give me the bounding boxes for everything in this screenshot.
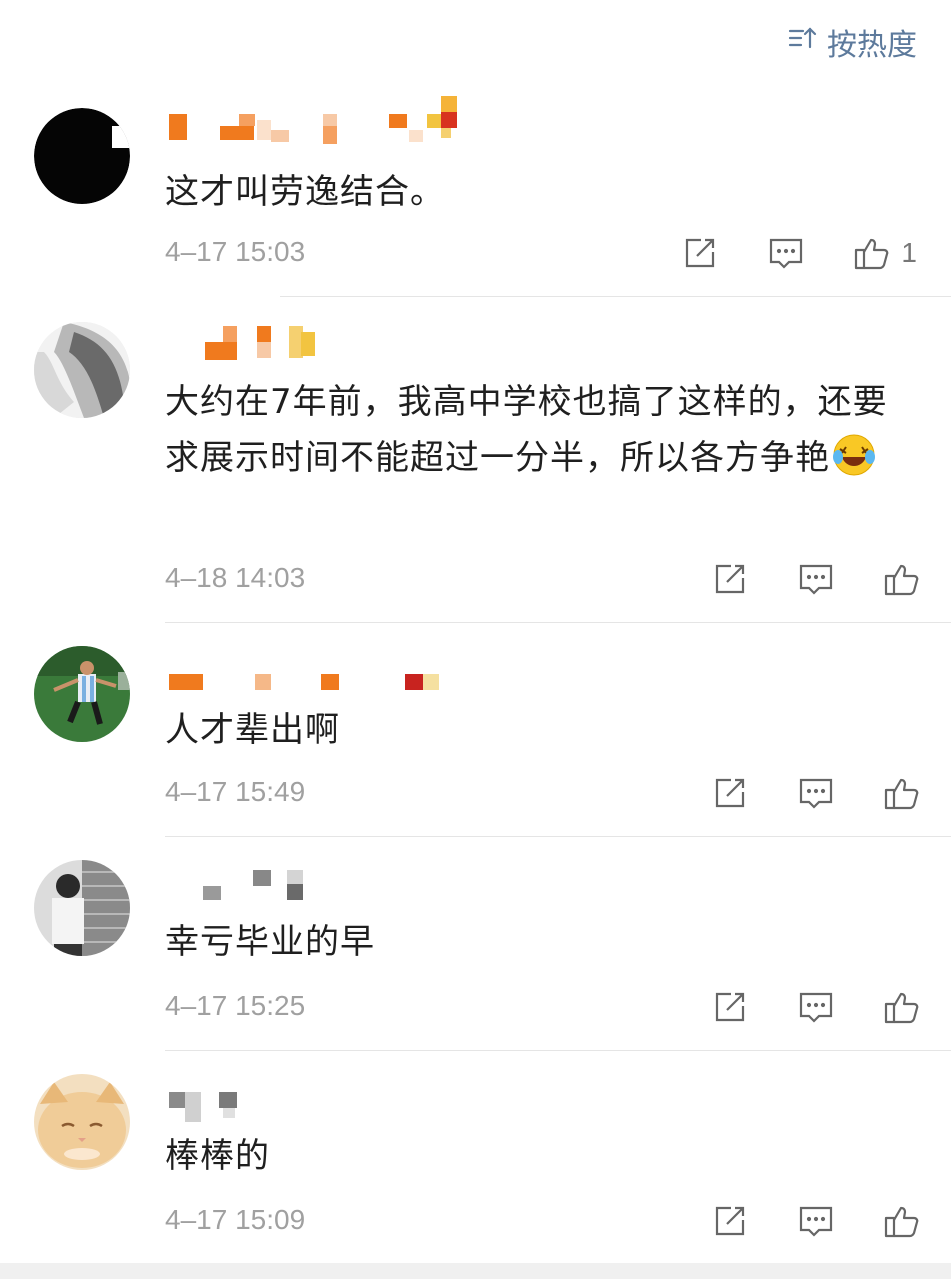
comment-time: 4–17 15:25 — [165, 990, 306, 1021]
username-pixelated[interactable] — [165, 1090, 285, 1124]
avatar[interactable] — [34, 108, 130, 204]
username-pixelated[interactable] — [165, 664, 465, 698]
comment-text: 人才辈出啊 — [165, 710, 340, 750]
comment-icon[interactable] — [797, 560, 835, 598]
share-icon[interactable] — [711, 1202, 749, 1240]
share-icon[interactable] — [711, 988, 749, 1026]
divider — [165, 622, 951, 623]
comment-actions: 1 — [681, 234, 917, 272]
share-icon[interactable] — [681, 234, 719, 272]
thumbs-up-icon[interactable] — [883, 988, 921, 1026]
thumbs-up-icon[interactable] — [883, 560, 921, 598]
comment-actions — [711, 560, 921, 598]
divider — [165, 836, 951, 837]
comment-actions — [711, 1202, 921, 1240]
comment-icon[interactable] — [797, 1202, 835, 1240]
comment-time: 4–17 15:03 — [165, 236, 306, 267]
divider — [165, 1050, 951, 1051]
laugh-cry-emoji — [832, 433, 876, 477]
avatar[interactable] — [34, 860, 130, 956]
comment-time: 4–17 15:49 — [165, 776, 306, 807]
comment-time: 4–17 15:09 — [165, 1204, 306, 1235]
sort-button[interactable]: 按热度 — [787, 22, 917, 63]
comment-icon[interactable] — [797, 988, 835, 1026]
avatar[interactable] — [34, 1074, 130, 1170]
comment-text-body: 大约在7年前，我高中学校也搞了这样的，还要求展示时间不能超过一分半，所以各方争艳 — [165, 382, 888, 478]
comment-actions — [711, 774, 921, 812]
like-button[interactable]: 1 — [853, 234, 917, 272]
comment-text: 这才叫劳逸结合。 — [165, 172, 445, 212]
comment-text: 棒棒的 — [165, 1136, 270, 1176]
comment-time: 4–18 14:03 — [165, 562, 306, 593]
sort-label: 按热度 — [827, 28, 917, 63]
username-pixelated[interactable] — [165, 96, 465, 146]
username-pixelated[interactable] — [165, 870, 345, 904]
thumbs-up-icon — [853, 234, 891, 272]
avatar[interactable] — [34, 322, 130, 418]
divider — [280, 296, 951, 297]
comment-text: 幸亏毕业的早 — [165, 922, 375, 962]
thumbs-up-icon[interactable] — [883, 774, 921, 812]
sort-icon — [787, 23, 817, 61]
share-icon[interactable] — [711, 560, 749, 598]
comment-actions — [711, 988, 921, 1026]
share-icon[interactable] — [711, 774, 749, 812]
comment-icon[interactable] — [767, 234, 805, 272]
comment-icon[interactable] — [797, 774, 835, 812]
like-count: 1 — [901, 237, 917, 268]
username-pixelated[interactable] — [165, 326, 345, 364]
bottom-bar — [0, 1263, 951, 1279]
avatar[interactable] — [34, 646, 130, 742]
thumbs-up-icon[interactable] — [883, 1202, 921, 1240]
comment-text: 大约在7年前，我高中学校也搞了这样的，还要求展示时间不能超过一分半，所以各方争艳 — [165, 374, 920, 486]
